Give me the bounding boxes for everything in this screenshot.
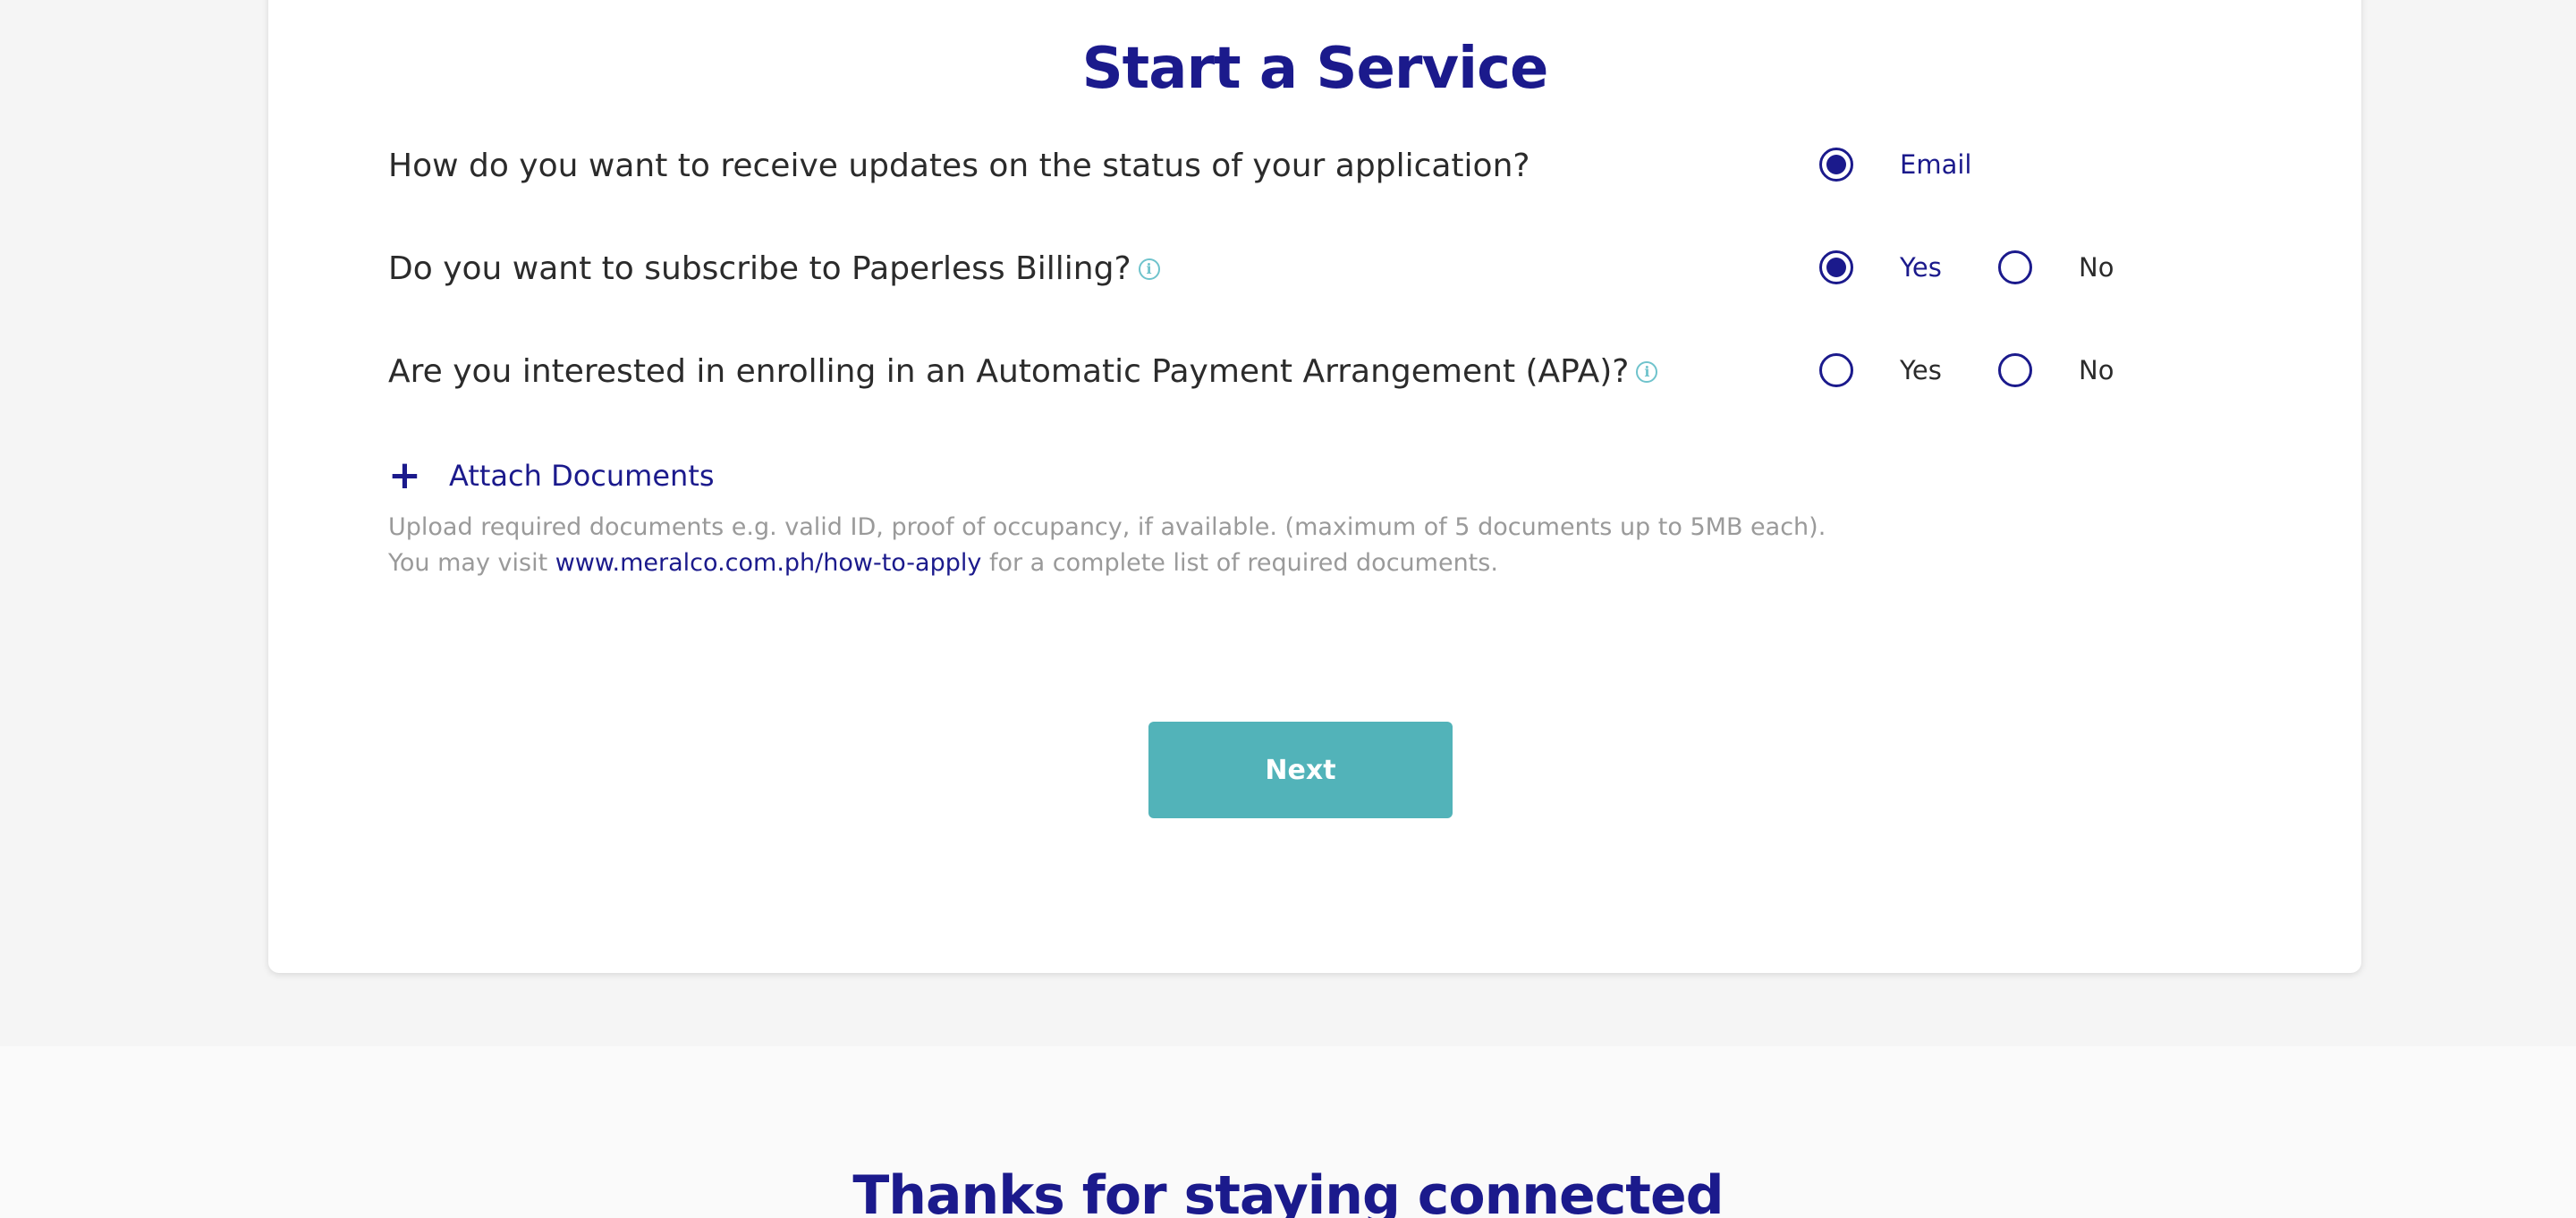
question-apa: Are you interested in enrolling in an Au… xyxy=(388,353,1658,390)
attach-help-text: Upload required documents e.g. valid ID,… xyxy=(388,510,1826,581)
option-apa-no[interactable]: No xyxy=(1998,353,2114,387)
option-email[interactable]: Email xyxy=(1819,148,1971,182)
question-paperless-billing: Do you want to subscribe to Paperless Bi… xyxy=(388,250,1160,287)
question-label: How do you want to receive updates on th… xyxy=(388,148,1530,184)
info-icon[interactable]: i xyxy=(1138,258,1160,280)
option-apa-yes[interactable]: Yes xyxy=(1819,353,1942,387)
attach-documents-label: Attach Documents xyxy=(449,459,715,493)
option-label: Yes xyxy=(1900,252,1942,283)
form-card: Start a Service How do you want to recei… xyxy=(268,0,2361,973)
footer-section: Thanks for staying connected xyxy=(0,1046,2576,1218)
option-label: Email xyxy=(1900,149,1972,180)
option-label: Yes xyxy=(1900,355,1942,385)
info-icon[interactable]: i xyxy=(1636,360,1658,383)
question-label: Are you interested in enrolling in an Au… xyxy=(388,353,1630,390)
question-update-method: How do you want to receive updates on th… xyxy=(388,148,1530,184)
help-line-2-prefix: You may visit xyxy=(388,549,548,577)
plus-icon: + xyxy=(388,453,421,498)
footer-title: Thanks for staying connected xyxy=(852,1164,1724,1218)
option-label: No xyxy=(2079,355,2114,385)
option-paperless-no[interactable]: No xyxy=(1998,250,2114,284)
radio-paperless-no[interactable] xyxy=(1998,250,2032,284)
option-paperless-yes[interactable]: Yes xyxy=(1819,250,1942,284)
radio-paperless-yes[interactable] xyxy=(1819,250,1853,284)
help-line-1: Upload required documents e.g. valid ID,… xyxy=(388,513,1826,541)
how-to-apply-link[interactable]: www.meralco.com.ph/how-to-apply xyxy=(555,549,982,577)
option-label: No xyxy=(2079,252,2114,283)
attach-documents-button[interactable]: + Attach Documents xyxy=(388,456,715,495)
next-button[interactable]: Next xyxy=(1148,722,1453,818)
radio-email[interactable] xyxy=(1819,148,1853,182)
question-label: Do you want to subscribe to Paperless Bi… xyxy=(388,250,1131,287)
page-title: Start a Service xyxy=(1081,36,1549,102)
radio-apa-yes[interactable] xyxy=(1819,353,1853,387)
help-line-2: You may visit www.meralco.com.ph/how-to-… xyxy=(388,546,1826,581)
radio-apa-no[interactable] xyxy=(1998,353,2032,387)
help-line-2-suffix: for a complete list of required document… xyxy=(988,549,1498,577)
